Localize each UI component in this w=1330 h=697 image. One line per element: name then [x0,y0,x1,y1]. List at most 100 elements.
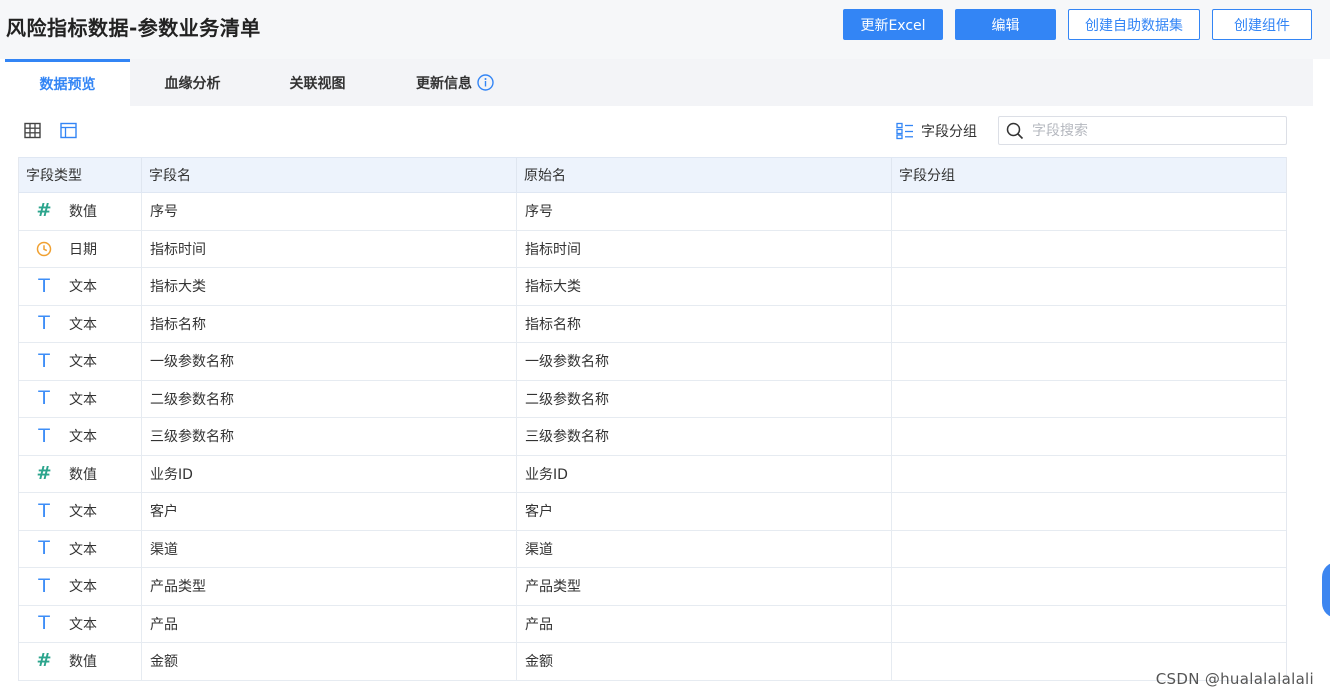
field-type-label: 文本 [69,616,97,633]
field-type-label: 文本 [69,504,97,521]
cell-field-type: T 文本 [19,530,142,567]
column-header-field-name[interactable]: 字段名 [142,158,517,192]
info-circle-icon[interactable] [477,74,494,91]
cell-field-name[interactable]: 产品 [142,605,517,642]
field-type-label: 数值 [69,466,97,483]
cell-field-name[interactable]: 一级参数名称 [142,343,517,380]
tab-update-info[interactable]: 更新信息 [380,59,530,106]
watermark: CSDN @hualalalalali [1155,670,1314,688]
field-group-label: 字段分组 [921,124,977,140]
cell-field-group[interactable] [892,231,1286,268]
table-header: 字段类型 字段名 原始名 字段分组 [19,157,1286,193]
create-component-button[interactable]: 创建组件 [1212,9,1312,40]
field-group-button[interactable]: 字段分组 [896,120,977,142]
cell-field-name[interactable]: 指标大类 [142,268,517,305]
cell-original-name: 产品类型 [517,568,892,605]
tab-lineage-analysis[interactable]: 血缘分析 [130,59,255,106]
field-type-label: 文本 [69,279,97,296]
field-type-label: 文本 [69,391,97,408]
cell-field-group[interactable] [892,418,1286,455]
cell-field-group[interactable] [892,381,1286,418]
tab-data-preview[interactable]: 数据预览 [5,59,130,106]
table-row[interactable]: # 数值 金额 金额 [19,643,1286,681]
table-row[interactable]: T 文本 三级参数名称 三级参数名称 [19,418,1286,456]
table-row[interactable]: T 文本 客户 客户 [19,493,1286,531]
cell-field-name[interactable]: 客户 [142,493,517,530]
edit-button[interactable]: 编辑 [955,9,1056,40]
cell-field-type: T 文本 [19,568,142,605]
cell-field-group[interactable] [892,606,1286,643]
cell-original-name: 业务ID [517,455,892,492]
column-header-field-group[interactable]: 字段分组 [892,158,1286,192]
update-excel-button[interactable]: 更新Excel [843,9,943,40]
field-type-label: 日期 [69,241,97,258]
table-row[interactable]: T 文本 产品 产品 [19,605,1286,643]
search-icon [1006,122,1024,139]
cell-original-name: 客户 [517,493,892,530]
table-row[interactable]: 日期 指标时间 指标时间 [19,230,1286,268]
cell-field-name[interactable]: 二级参数名称 [142,380,517,417]
text-type-icon: T [38,612,50,635]
cell-field-group[interactable] [892,493,1286,530]
cell-field-type: T 文本 [19,380,142,417]
text-type-icon: T [38,574,50,597]
cell-field-type: 日期 [19,230,142,267]
cell-original-name: 三级参数名称 [517,418,892,455]
create-self-dataset-button[interactable]: 创建自助数据集 [1068,9,1200,40]
column-header-type[interactable]: 字段类型 [19,158,142,192]
cell-field-name[interactable]: 序号 [142,193,517,230]
cell-field-group[interactable] [892,306,1286,343]
table-row[interactable]: # 数值 序号 序号 [19,193,1286,231]
cell-field-type: T 文本 [19,343,142,380]
cell-field-name[interactable]: 业务ID [142,455,517,492]
cell-original-name: 渠道 [517,530,892,567]
cell-field-group[interactable] [892,531,1286,568]
field-type-label: 数值 [69,654,97,671]
cell-field-type: T 文本 [19,605,142,642]
text-type-icon: T [38,312,50,335]
cell-original-name: 指标时间 [517,230,892,267]
text-type-icon: T [38,274,50,297]
cell-field-group[interactable] [892,268,1286,305]
tab-related-view[interactable]: 关联视图 [255,59,380,106]
table-row[interactable]: T 文本 二级参数名称 二级参数名称 [19,380,1286,418]
table-row[interactable]: T 文本 一级参数名称 一级参数名称 [19,343,1286,381]
table-row[interactable]: T 文本 产品类型 产品类型 [19,568,1286,606]
table-row[interactable]: # 数值 业务ID 业务ID [19,455,1286,493]
cell-field-name[interactable]: 三级参数名称 [142,418,517,455]
cell-field-name[interactable]: 产品类型 [142,568,517,605]
field-group-icon [896,122,913,140]
cell-field-type: # 数值 [19,193,142,230]
cell-field-type: T 文本 [19,493,142,530]
cell-field-type: # 数值 [19,643,142,680]
field-type-label: 文本 [69,354,97,371]
table-body: # 数值 序号 序号 日期 指标时间 指标时间 T 文本 指标大类 指标大类 T 文本 指标名称 指标名称 T… [19,193,1286,681]
floating-assistant-button[interactable] [1322,562,1330,618]
cell-field-name[interactable]: 指标名称 [142,305,517,342]
table-grid-icon[interactable] [24,122,42,140]
cell-field-group[interactable] [892,456,1286,493]
cell-field-group[interactable] [892,568,1286,605]
table-row[interactable]: T 文本 渠道 渠道 [19,530,1286,568]
cell-original-name: 序号 [517,193,892,230]
text-type-icon: T [38,499,50,522]
cell-original-name: 一级参数名称 [517,343,892,380]
cell-field-name[interactable]: 金额 [142,643,517,680]
table-row[interactable]: T 文本 指标名称 指标名称 [19,305,1286,343]
cell-field-group[interactable] [892,193,1286,230]
cell-original-name: 产品 [517,605,892,642]
cell-original-name: 金额 [517,643,892,680]
table-row[interactable]: T 文本 指标大类 指标大类 [19,268,1286,306]
cell-field-group[interactable] [892,343,1286,380]
header-bar: 风险指标数据-参数业务清单 更新Excel 编辑 创建自助数据集 创建组件 [0,0,1330,59]
layout-panel-icon[interactable] [60,122,78,140]
cell-original-name: 二级参数名称 [517,380,892,417]
tab-bar: 数据预览 血缘分析 关联视图 更新信息 [5,59,1313,106]
cell-field-name[interactable]: 渠道 [142,530,517,567]
column-header-original-name[interactable]: 原始名 [517,158,892,192]
field-search-input[interactable] [1032,117,1272,144]
cell-original-name: 指标名称 [517,305,892,342]
field-search-box[interactable] [998,116,1287,145]
cell-field-name[interactable]: 指标时间 [142,230,517,267]
date-type-icon [19,241,69,257]
